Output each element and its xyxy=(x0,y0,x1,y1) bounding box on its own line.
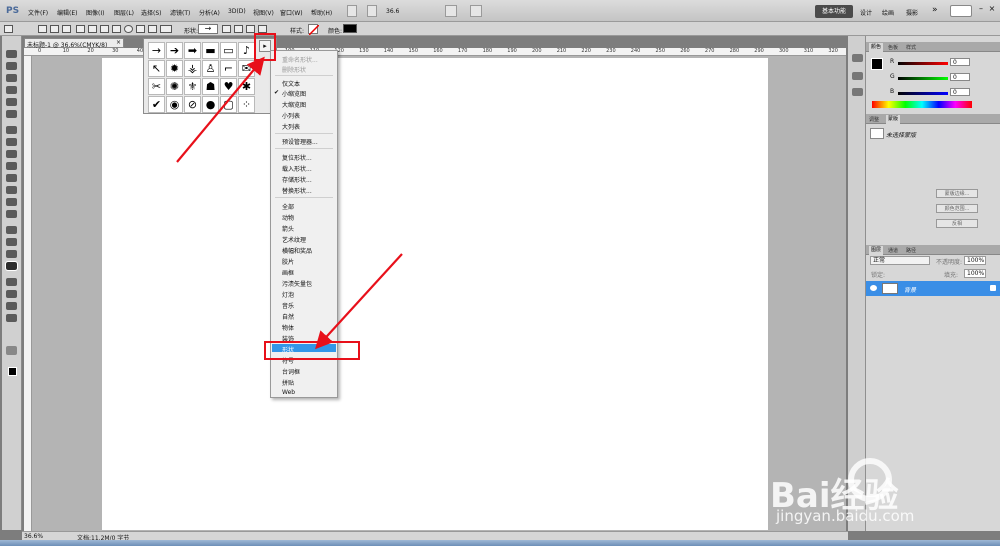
watermark-url: jingyan.baidu.com xyxy=(776,507,915,525)
taskbar xyxy=(0,540,1000,546)
annotation-arrow xyxy=(176,56,265,163)
status-bar: 36.6% 文档:11.2M/0 字节 xyxy=(22,531,848,542)
tab-color[interactable]: 颜色 xyxy=(869,43,884,52)
tab-layers[interactable]: 图层 xyxy=(869,246,884,255)
tab-styles[interactable]: 样式 xyxy=(906,44,916,51)
collapsed-panel-icons xyxy=(848,36,866,531)
annotation-arrow xyxy=(315,253,403,350)
fill-label: 填充: xyxy=(944,272,959,279)
lock-icon xyxy=(990,285,996,291)
paragraph-panel-icon[interactable] xyxy=(852,88,863,96)
b-value[interactable]: 0 xyxy=(950,88,970,96)
history-panel-icon[interactable] xyxy=(852,54,863,62)
layers-panel-tabs: 图层 通道 路径 xyxy=(866,245,1000,255)
tab-channels[interactable]: 通道 xyxy=(888,247,898,254)
tab-paths[interactable]: 路径 xyxy=(906,247,916,254)
blend-mode-select[interactable]: 正常 xyxy=(870,256,930,265)
color-fg-swatch[interactable] xyxy=(871,58,883,70)
color-spectrum[interactable] xyxy=(872,101,972,108)
opacity-label: 不透明度: xyxy=(936,259,963,266)
panels-dock: 颜色 色板 样式 R 0 G 0 B 0 调整 蒙版 未选择蒙版 蒙版边缘...… xyxy=(866,36,1000,531)
b-slider[interactable] xyxy=(898,92,948,95)
mask-edge-button[interactable]: 蒙版边缘... xyxy=(936,189,978,198)
layer-row[interactable]: 背景 xyxy=(866,281,1000,296)
fill-input[interactable]: 100% xyxy=(964,269,986,278)
r-value[interactable]: 0 xyxy=(950,58,970,66)
r-label: R xyxy=(890,58,895,65)
tab-adjustments[interactable]: 调整 xyxy=(869,116,879,123)
mask-thumbnail xyxy=(870,128,884,139)
mask-status: 未选择蒙版 xyxy=(886,132,917,139)
character-panel-icon[interactable] xyxy=(852,72,863,80)
g-slider[interactable] xyxy=(898,77,948,80)
g-value[interactable]: 0 xyxy=(950,73,970,81)
tab-masks[interactable]: 蒙版 xyxy=(886,115,901,124)
b-label: B xyxy=(890,88,895,95)
tab-swatches[interactable]: 色板 xyxy=(888,44,898,51)
color-panel-tabs: 颜色 色板 样式 xyxy=(866,42,1000,52)
mask-panel-tabs: 调整 蒙版 xyxy=(866,114,1000,124)
zoom-level[interactable]: 36.6% xyxy=(24,533,43,540)
layer-name: 背景 xyxy=(904,287,917,294)
layer-thumbnail xyxy=(882,283,898,294)
lock-label: 锁定: xyxy=(871,272,886,279)
g-label: G xyxy=(890,73,895,80)
opacity-input[interactable]: 100% xyxy=(964,256,986,265)
color-range-button[interactable]: 颜色范围... xyxy=(936,204,978,213)
eye-icon[interactable] xyxy=(870,285,877,291)
invert-button[interactable]: 反相 xyxy=(936,219,978,228)
r-slider[interactable] xyxy=(898,62,948,65)
